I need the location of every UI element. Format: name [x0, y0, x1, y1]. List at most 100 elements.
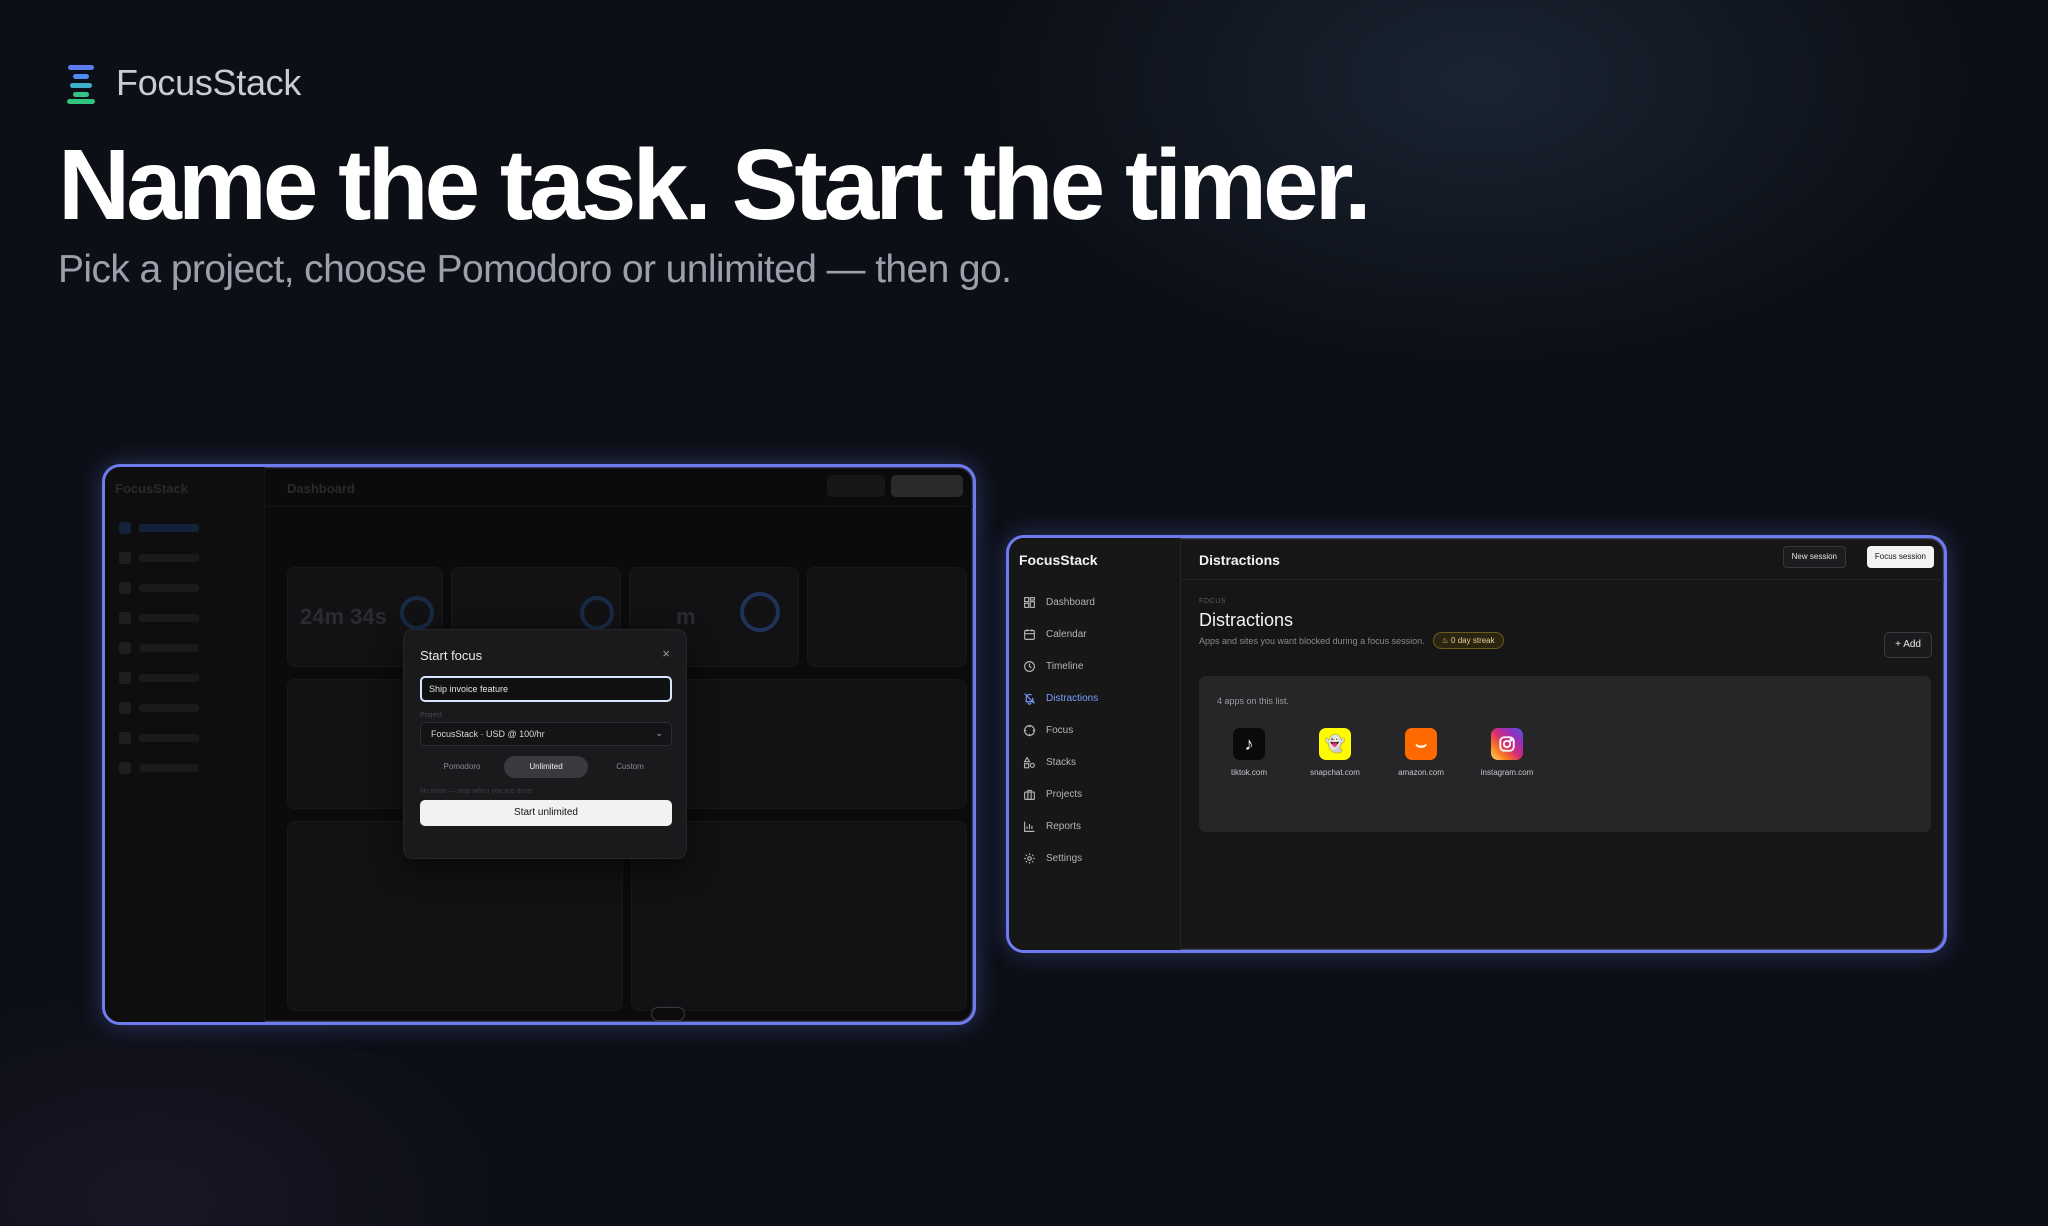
new-session-button[interactable]: New session — [1782, 546, 1846, 568]
app-topbar: Distractions New session Focus session — [1181, 538, 1944, 580]
dashboard-title: Dashboard — [287, 481, 355, 496]
gear-icon — [1024, 853, 1035, 864]
app-label: tiktok.com — [1230, 768, 1267, 777]
nav-label: Reports — [1046, 821, 1082, 832]
streak-label: 0 day streak — [1451, 636, 1495, 645]
modal-title: Start focus — [420, 648, 483, 663]
apps-card — [807, 567, 967, 667]
nav-calendar[interactable]: Calendar — [1023, 628, 1087, 641]
project-select[interactable]: FocusStack · USD @ 100/hr ⌄ — [420, 722, 672, 746]
focus-session-button[interactable]: Focus session — [1866, 546, 1934, 568]
sidebar-item — [119, 612, 239, 624]
streak-badge: ♨ 0 day streak — [1432, 632, 1504, 649]
grid-icon — [1024, 597, 1035, 608]
brand: FocusStack — [66, 62, 301, 104]
target-icon — [1023, 724, 1036, 737]
snapchat-icon: 👻 — [1319, 728, 1351, 760]
list-item[interactable]: ♪ tiktok.com — [1221, 728, 1277, 777]
sidebar-brand: FocusStack — [115, 481, 188, 496]
section-description: Apps and sites you want blocked during a… — [1199, 635, 1425, 646]
flame-icon: ♨ — [1441, 636, 1449, 645]
nav-label: Timeline — [1046, 661, 1084, 672]
distractions-screenshot: FocusStack Dashboard Calendar Timeline D… — [1006, 535, 1947, 953]
hero-subhead: Pick a project, choose Pomodoro or unlim… — [58, 248, 1012, 291]
sidebar-item — [119, 762, 239, 774]
mode-toggle: Pomodoro Unlimited Custom — [420, 756, 672, 778]
sidebar-item — [119, 642, 239, 654]
app-brand: FocusStack — [1019, 552, 1098, 568]
stat-time-right: m — [676, 604, 696, 629]
project-label: Project — [420, 712, 442, 719]
progress-ring — [400, 596, 434, 630]
sidebar-item — [119, 552, 239, 564]
bar-chart-icon — [1024, 821, 1035, 832]
nav-label: Settings — [1046, 853, 1083, 864]
clock-icon — [1024, 661, 1035, 672]
start-focus-modal: Start focus × Ship invoice feature Proje… — [403, 629, 687, 859]
list-item[interactable]: instagram.com — [1479, 728, 1535, 777]
plus-icon: + — [1895, 639, 1901, 650]
focus-session-button — [891, 475, 963, 497]
sidebar-item — [119, 582, 239, 594]
sidebar-item — [119, 522, 239, 534]
nav-label: Calendar — [1046, 629, 1087, 640]
list-item[interactable]: ⌣ amazon.com — [1393, 728, 1449, 777]
add-button[interactable]: + Add — [1884, 632, 1932, 658]
brand-name: FocusStack — [116, 62, 302, 103]
stack-logo-icon — [66, 63, 96, 104]
window-handle — [651, 1007, 685, 1021]
app-label: instagram.com — [1480, 768, 1534, 777]
chevron-down-icon: ⌄ — [655, 728, 663, 738]
shapes-icon — [1023, 756, 1035, 769]
amazon-icon: ⌣ — [1405, 728, 1437, 760]
nav-label: Distractions — [1046, 693, 1099, 704]
section-heading: Distractions — [1199, 610, 1294, 630]
list-item[interactable]: 👻 snapchat.com — [1307, 728, 1363, 777]
stat-time: 24m 34s — [300, 604, 387, 629]
hero-headline: Name the task. Start the timer. — [58, 129, 1372, 241]
nav-label: Projects — [1046, 789, 1083, 800]
apps-count: 4 apps on this list. — [1217, 696, 1290, 706]
nav-timeline[interactable]: Timeline — [1023, 660, 1083, 673]
page-title: Distractions — [1199, 552, 1280, 568]
progress-ring — [740, 592, 780, 632]
blocked-apps-card: 4 apps on this list. ♪ tiktok.com 👻 snap… — [1199, 676, 1931, 832]
bell-off-icon — [1024, 693, 1035, 705]
tiktok-icon: ♪ — [1233, 728, 1265, 760]
mode-custom[interactable]: Custom — [588, 756, 672, 778]
apps-list: ♪ tiktok.com 👻 snapchat.com ⌣ amazon.com… — [1221, 728, 1535, 777]
nav-reports[interactable]: Reports — [1023, 820, 1081, 833]
sidebar-item — [119, 732, 239, 744]
nav-settings[interactable]: Settings — [1023, 852, 1082, 865]
briefcase-icon — [1024, 789, 1035, 800]
calendar-icon — [1024, 629, 1035, 640]
nav-label: Dashboard — [1046, 597, 1095, 608]
distractions-main: FOCUS Distractions Apps and sites you wa… — [1181, 580, 1944, 950]
dashboard-topbar: Dashboard — [265, 467, 973, 507]
mode-unlimited[interactable]: Unlimited — [504, 756, 588, 778]
sidebar-item — [119, 672, 239, 684]
start-focus-screenshot: FocusStack Dashboard 24m 34s m Start foc… — [102, 464, 976, 1025]
project-select-value: FocusStack · USD @ 100/hr — [431, 729, 545, 739]
nav-label: Focus — [1046, 725, 1074, 736]
new-session-button — [827, 475, 885, 497]
start-unlimited-button[interactable]: Start unlimited — [420, 800, 672, 826]
nav-focus[interactable]: Focus — [1023, 724, 1073, 737]
task-name-input[interactable]: Ship invoice feature — [420, 676, 672, 702]
close-icon[interactable]: × — [662, 646, 670, 661]
mode-pomodoro[interactable]: Pomodoro — [420, 756, 504, 778]
add-label: Add — [1903, 639, 1921, 650]
dashboard-sidebar: FocusStack — [105, 467, 265, 1022]
nav-dashboard[interactable]: Dashboard — [1023, 596, 1095, 609]
app-label: snapchat.com — [1310, 768, 1360, 777]
section-eyebrow: FOCUS — [1199, 598, 1226, 605]
app-label: amazon.com — [1398, 768, 1444, 777]
nav-distractions[interactable]: Distractions — [1023, 692, 1098, 705]
section-description-row: Apps and sites you want blocked during a… — [1199, 632, 1504, 649]
nav-projects[interactable]: Projects — [1023, 788, 1082, 801]
mode-hint: No timer — stop when you are done — [420, 788, 533, 795]
nav-stacks[interactable]: Stacks — [1023, 756, 1076, 769]
nav-label: Stacks — [1046, 757, 1077, 768]
instagram-icon — [1491, 728, 1523, 760]
progress-ring — [580, 596, 614, 630]
